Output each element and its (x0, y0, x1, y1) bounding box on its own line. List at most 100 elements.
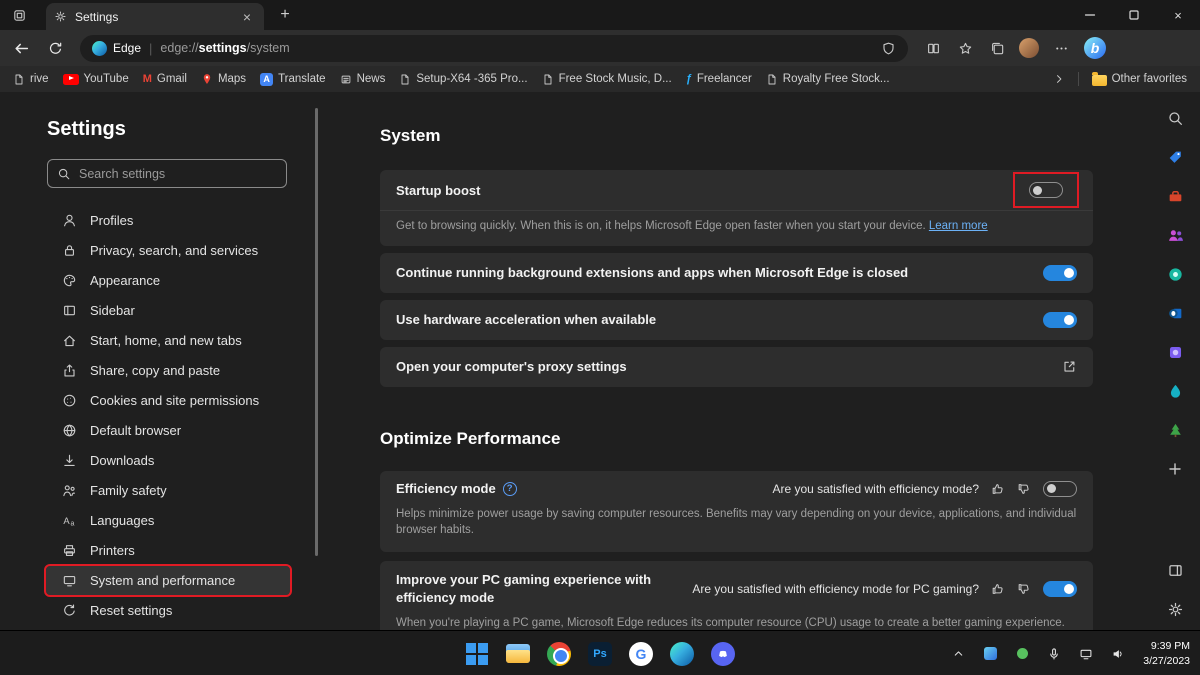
sidebar-scrollbar[interactable] (315, 108, 318, 556)
taskbar-clock[interactable]: 9:39 PM 3/27/2023 (1143, 639, 1190, 667)
edge-taskbar-icon[interactable] (665, 637, 699, 671)
designer-icon[interactable] (1157, 334, 1193, 370)
lock-icon (62, 243, 77, 258)
tray-app-icon[interactable] (977, 639, 1003, 669)
hardware-acceleration-toggle[interactable] (1043, 312, 1077, 328)
favorite-item[interactable]: Setup-X64 -365 Pro... (392, 71, 534, 88)
back-button[interactable] (6, 34, 36, 62)
sidebar-item-appearance[interactable]: Appearance (46, 266, 290, 295)
background-extensions-toggle[interactable] (1043, 265, 1077, 281)
favorite-item[interactable]: ƒ Freelancer (679, 71, 759, 87)
display-cast-icon[interactable] (1073, 639, 1099, 669)
thumbs-down-icon[interactable] (1017, 582, 1031, 596)
favorite-item[interactable]: News (333, 71, 393, 88)
learn-more-link[interactable]: Learn more (929, 220, 988, 232)
favorite-item[interactable]: M Gmail (136, 71, 194, 87)
sidebar-item-start-home[interactable]: Start, home, and new tabs (46, 326, 290, 355)
edge-logo-icon (92, 41, 107, 56)
help-icon[interactable]: ? (503, 482, 517, 496)
family-icon (62, 483, 77, 498)
globe-icon (62, 423, 77, 438)
favorites-bar: rive YouTube M Gmail Maps A Translate Ne… (0, 66, 1200, 92)
sidebar-item-printers[interactable]: Printers (46, 536, 290, 565)
gaming-efficiency-toggle[interactable] (1043, 581, 1077, 597)
settings-search-box[interactable] (47, 159, 287, 188)
sidebar-item-downloads[interactable]: Downloads (46, 446, 290, 475)
favorite-item[interactable]: A Translate (253, 71, 333, 88)
sidebar-item-cookies-permissions[interactable]: Cookies and site permissions (46, 386, 290, 415)
freelancer-icon: ƒ (686, 73, 692, 85)
google-app-icon[interactable]: G (624, 637, 658, 671)
profile-avatar[interactable] (1014, 34, 1044, 62)
file-explorer-icon[interactable] (501, 637, 535, 671)
favorite-item[interactable]: rive (6, 71, 56, 88)
favorites-divider (1078, 72, 1079, 86)
thumbs-up-icon[interactable] (991, 582, 1005, 596)
menu-icon[interactable] (1046, 34, 1076, 62)
sidebar-item-sidebar[interactable]: Sidebar (46, 296, 290, 325)
favorites-icon[interactable] (950, 34, 980, 62)
thumbs-up-icon[interactable] (991, 482, 1005, 496)
people-icon[interactable] (1157, 217, 1193, 253)
speaker-icon[interactable] (1105, 639, 1131, 669)
sidebar-item-privacy[interactable]: Privacy, search, and services (46, 236, 290, 265)
add-to-sidebar-icon[interactable] (1157, 451, 1193, 487)
sidebar-toggle-icon[interactable] (1157, 552, 1193, 588)
tray-chevron-up-icon[interactable] (945, 639, 971, 669)
tray-status-icon[interactable] (1009, 639, 1035, 669)
split-screen-icon[interactable] (918, 34, 948, 62)
close-button[interactable]: × (1156, 0, 1200, 30)
maximize-button[interactable] (1112, 0, 1156, 30)
sidebar-item-default-browser[interactable]: Default browser (46, 416, 290, 445)
settings-search-input[interactable] (79, 167, 277, 181)
favorites-overflow-chevron[interactable] (1046, 71, 1072, 87)
browser-tab-settings[interactable]: Settings × (46, 3, 264, 30)
discord-icon[interactable] (706, 637, 740, 671)
toolbox-icon[interactable] (1157, 178, 1193, 214)
favorite-item[interactable]: Free Stock Music, D... (535, 71, 679, 88)
tab-close-icon[interactable]: × (238, 8, 256, 26)
folder-icon (1092, 75, 1107, 86)
new-tab-button[interactable]: + (272, 4, 298, 26)
window-controls: × (1068, 0, 1200, 30)
sidebar-item-family-safety[interactable]: Family safety (46, 476, 290, 505)
refresh-button[interactable] (40, 34, 70, 62)
proxy-settings-row[interactable]: Open your computer's proxy settings (380, 347, 1093, 387)
thumbs-down-icon[interactable] (1017, 482, 1031, 496)
shopping-icon[interactable] (1157, 139, 1193, 175)
efficiency-mode-toggle[interactable] (1043, 481, 1077, 497)
favorite-item[interactable]: Maps (194, 70, 253, 88)
sidebar-item-languages[interactable]: Aa Languages (46, 506, 290, 535)
other-favorites-folder[interactable]: Other favorites (1085, 71, 1194, 88)
gaming-feedback-question: Are you satisfied with efficiency mode f… (692, 582, 979, 596)
sidebar-item-reset-settings[interactable]: Reset settings (46, 596, 290, 625)
sidebar-item-share-copy-paste[interactable]: Share, copy and paste (46, 356, 290, 385)
sidebar-search-icon[interactable] (1157, 100, 1193, 136)
startup-boost-toggle[interactable] (1029, 182, 1063, 198)
site-badge-label: Edge (113, 41, 141, 55)
efficiency-mode-description: Helps minimize power usage by saving com… (396, 506, 1077, 539)
microphone-icon[interactable] (1041, 639, 1067, 669)
discover-icon[interactable] (1157, 256, 1193, 292)
tree-icon[interactable] (1157, 412, 1193, 448)
sidebar-item-profiles[interactable]: Profiles (46, 206, 290, 235)
minimize-button[interactable] (1068, 0, 1112, 30)
favorite-item[interactable]: Royalty Free Stock... (759, 71, 897, 88)
annotation-red-box (1015, 174, 1077, 206)
drop-icon[interactable] (1157, 373, 1193, 409)
photoshop-icon[interactable]: Ps (583, 637, 617, 671)
browser-toolbar: Edge | edge://settings/system b (0, 30, 1200, 66)
outlook-icon[interactable] (1157, 295, 1193, 331)
site-protection-icon[interactable] (881, 41, 896, 56)
workspaces-icon[interactable] (6, 4, 32, 26)
external-link-icon (1062, 359, 1077, 374)
sidebar-settings-gear-icon[interactable] (1157, 591, 1193, 627)
favorite-item[interactable]: YouTube (56, 71, 136, 87)
collections-icon[interactable] (982, 34, 1012, 62)
chrome-icon[interactable] (542, 637, 576, 671)
startup-boost-title: Startup boost (396, 183, 1005, 198)
bing-chat-icon[interactable]: b (1078, 33, 1112, 63)
address-bar[interactable]: Edge | edge://settings/system (80, 35, 908, 62)
start-button[interactable] (460, 637, 494, 671)
sidebar-item-system-performance[interactable]: System and performance (46, 566, 290, 595)
